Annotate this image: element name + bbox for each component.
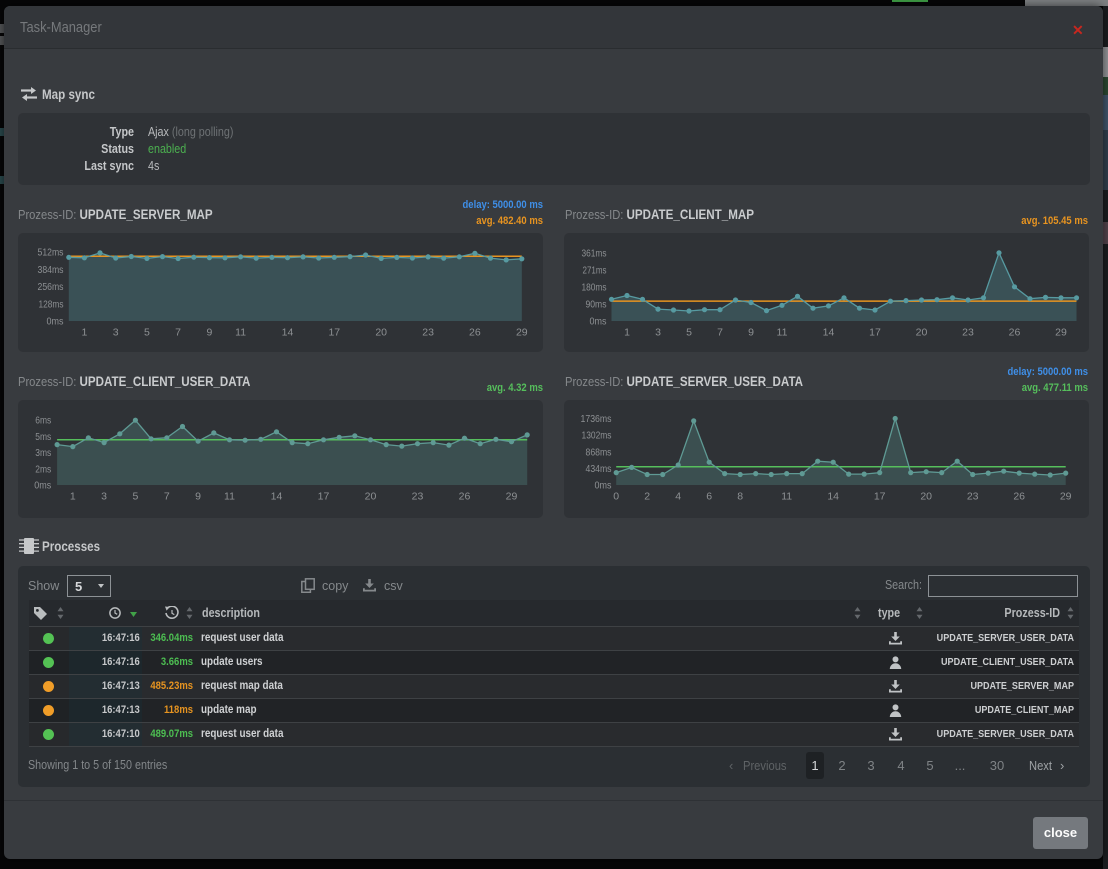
svg-text:5: 5 [144, 327, 150, 339]
svg-text:17: 17 [318, 491, 330, 503]
svg-text:3: 3 [113, 327, 119, 339]
svg-text:1: 1 [81, 327, 87, 339]
svg-text:23: 23 [422, 327, 434, 339]
svg-text:11: 11 [777, 327, 788, 339]
svg-text:26: 26 [1013, 491, 1025, 503]
svg-text:14: 14 [823, 327, 835, 339]
svg-text:434ms: 434ms [586, 463, 612, 475]
svg-text:29: 29 [1055, 327, 1067, 339]
svg-text:20: 20 [365, 491, 377, 503]
svg-text:17: 17 [869, 327, 881, 339]
svg-text:7: 7 [164, 491, 170, 503]
svg-text:361ms: 361ms [582, 248, 607, 260]
svg-text:128ms: 128ms [39, 298, 64, 310]
svg-text:14: 14 [827, 491, 839, 503]
svg-text:3: 3 [655, 327, 661, 339]
svg-text:271ms: 271ms [583, 265, 607, 277]
svg-text:9: 9 [206, 327, 212, 339]
svg-text:0ms: 0ms [590, 316, 607, 328]
svg-text:180ms: 180ms [582, 282, 607, 294]
svg-text:90ms: 90ms [586, 299, 607, 311]
svg-text:9: 9 [748, 327, 754, 339]
svg-text:20: 20 [375, 327, 387, 339]
svg-text:17: 17 [328, 327, 340, 339]
svg-text:20: 20 [916, 327, 928, 339]
svg-text:29: 29 [506, 491, 518, 503]
svg-text:5: 5 [132, 491, 138, 503]
svg-text:7: 7 [717, 327, 723, 339]
svg-text:7: 7 [175, 327, 181, 339]
svg-text:26: 26 [469, 327, 481, 339]
svg-text:9: 9 [195, 491, 201, 503]
svg-text:868ms: 868ms [586, 446, 612, 458]
svg-text:0ms: 0ms [47, 316, 64, 328]
svg-text:23: 23 [967, 491, 979, 503]
svg-text:0ms: 0ms [595, 480, 612, 492]
svg-text:20: 20 [920, 491, 932, 503]
svg-text:3: 3 [101, 491, 107, 503]
svg-text:2ms: 2ms [35, 463, 51, 475]
svg-text:23: 23 [412, 491, 424, 503]
svg-text:1736ms: 1736ms [581, 413, 612, 425]
svg-text:256ms: 256ms [38, 281, 64, 293]
svg-text:8: 8 [737, 491, 743, 503]
svg-text:5ms: 5ms [35, 431, 51, 443]
svg-text:14: 14 [271, 491, 283, 503]
svg-text:6ms: 6ms [35, 415, 51, 427]
svg-text:11: 11 [235, 327, 246, 339]
svg-text:29: 29 [516, 327, 528, 339]
svg-text:26: 26 [1009, 327, 1021, 339]
svg-text:23: 23 [962, 327, 974, 339]
svg-text:0: 0 [613, 491, 619, 503]
svg-text:29: 29 [1060, 491, 1072, 503]
svg-text:1302ms: 1302ms [582, 430, 612, 442]
svg-text:1: 1 [624, 327, 630, 339]
svg-text:512ms: 512ms [38, 247, 64, 259]
svg-text:2: 2 [644, 491, 650, 503]
svg-text:14: 14 [282, 327, 294, 339]
svg-text:384ms: 384ms [38, 264, 64, 276]
svg-text:11: 11 [224, 491, 235, 503]
svg-text:4: 4 [675, 491, 681, 503]
svg-text:0ms: 0ms [34, 480, 51, 492]
svg-text:5: 5 [686, 327, 692, 339]
svg-text:6: 6 [706, 491, 712, 503]
svg-text:26: 26 [459, 491, 471, 503]
svg-text:11: 11 [781, 491, 792, 503]
svg-text:1: 1 [70, 491, 76, 503]
svg-text:17: 17 [874, 491, 886, 503]
svg-text:3ms: 3ms [35, 447, 51, 459]
